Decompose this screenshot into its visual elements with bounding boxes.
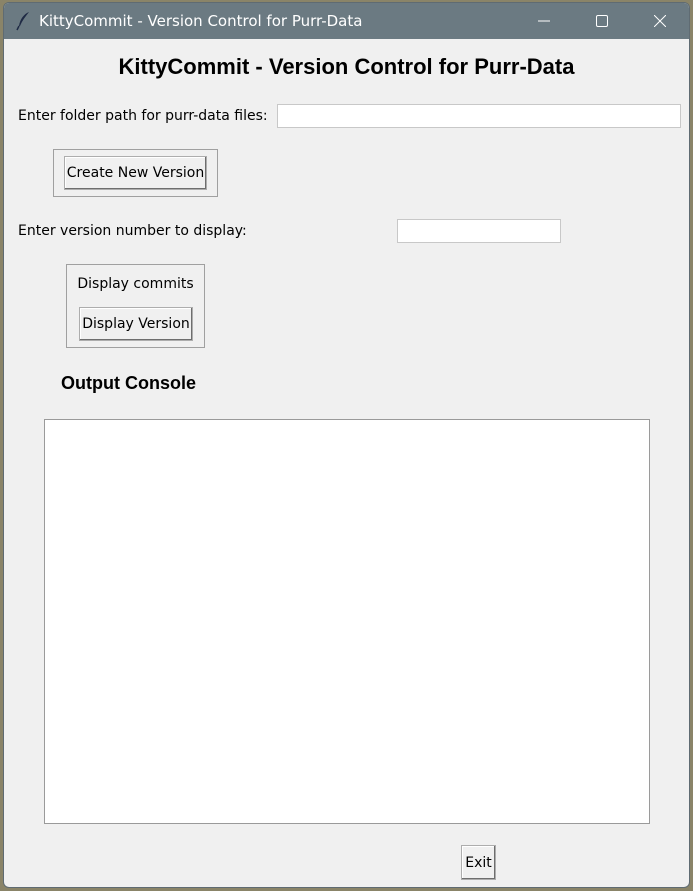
window-title: KittyCommit - Version Control for Purr-D… [39,12,363,30]
app-window: KittyCommit - Version Control for Purr-D… [3,2,690,888]
create-version-frame: Create New Version [53,149,218,197]
feather-icon [16,11,32,31]
output-console[interactable] [44,419,650,824]
folder-path-input[interactable] [277,104,681,128]
display-version-button[interactable]: Display Version [79,307,193,341]
close-button[interactable] [631,3,689,39]
display-commits-frame: Display commits Display Version [66,264,205,348]
minimize-button[interactable] [515,3,573,39]
exit-button[interactable]: Exit [461,845,496,880]
folder-path-label: Enter folder path for purr-data files: [18,108,268,124]
display-commits-label: Display commits [77,276,194,292]
output-console-heading: Output Console [61,373,196,393]
version-number-label: Enter version number to display: [18,223,247,239]
title-bar[interactable]: KittyCommit - Version Control for Purr-D… [4,3,689,39]
minimize-icon [538,12,550,31]
page-title: KittyCommit - Version Control for Purr-D… [118,54,575,79]
maximize-button[interactable] [573,3,631,39]
maximize-icon [596,12,608,31]
close-icon [653,12,667,31]
create-new-version-button[interactable]: Create New Version [64,156,207,190]
version-number-input[interactable] [397,219,561,243]
